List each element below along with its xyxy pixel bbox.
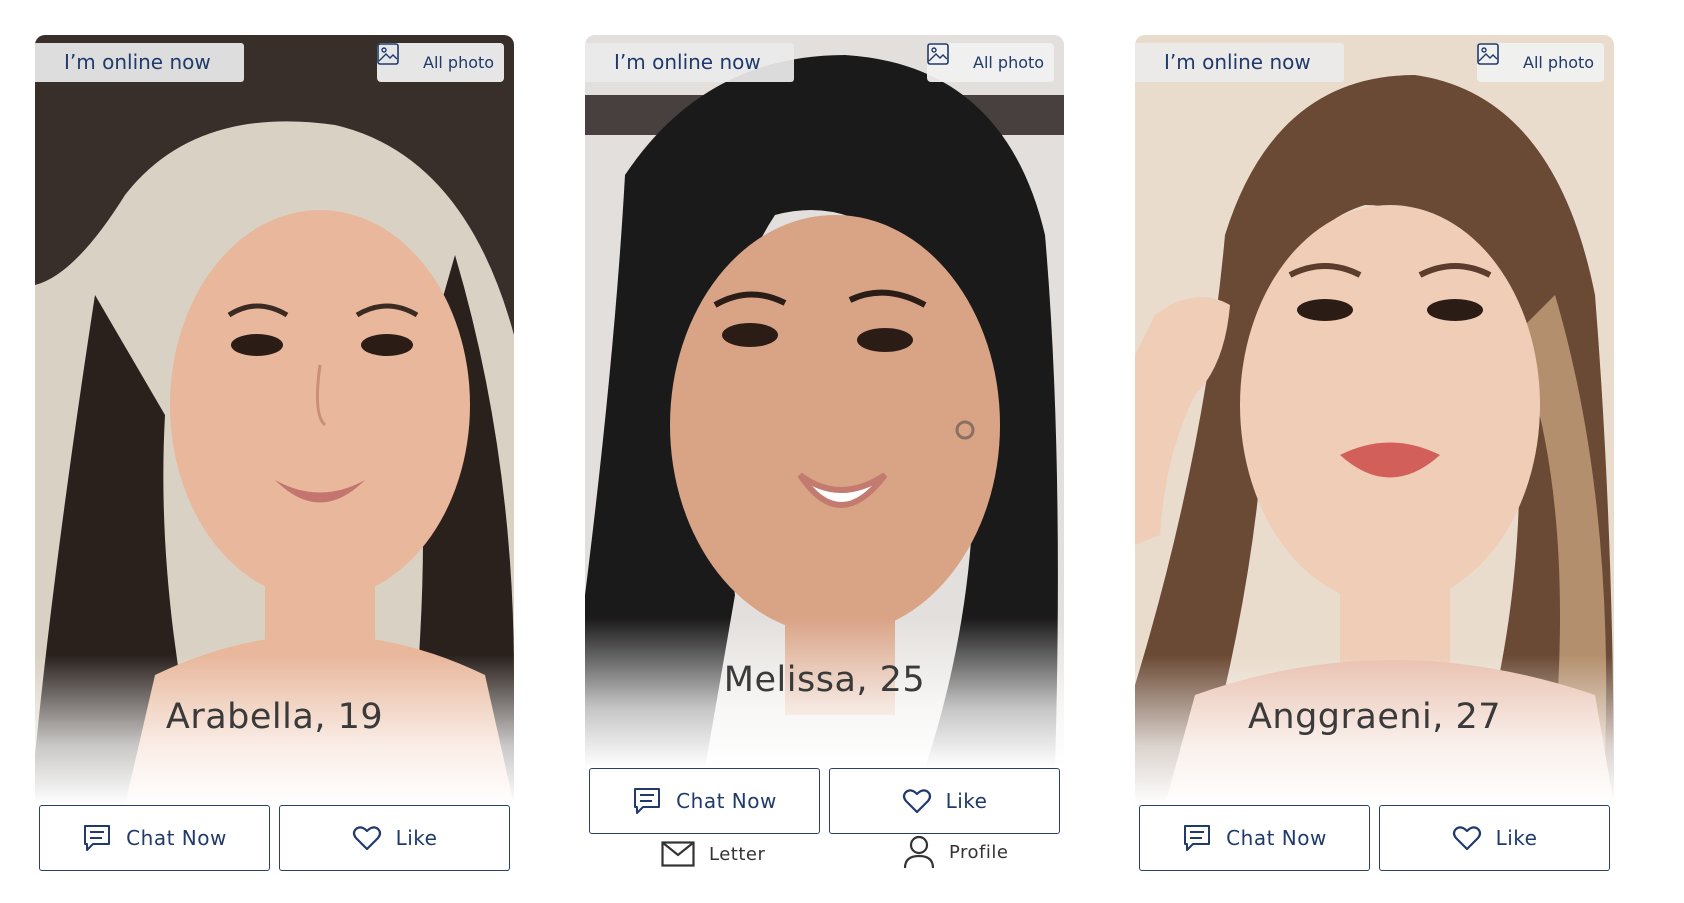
like-label: Like — [945, 789, 988, 813]
heart-icon — [902, 786, 932, 816]
image-icon — [377, 43, 413, 74]
like-label: Like — [1495, 826, 1538, 850]
left-eye — [231, 334, 283, 356]
online-now-badge: I’m online now — [1135, 43, 1344, 82]
profile-photo[interactable]: I’m online now All photo Arabella, 19 — [35, 35, 514, 805]
online-now-badge: I’m online now — [585, 43, 794, 82]
all-photo-button[interactable]: All photo — [377, 43, 504, 82]
all-photo-button[interactable]: All photo — [1477, 43, 1604, 82]
profile-label: Profile — [949, 841, 1009, 863]
profile-name-age: Arabella, 19 — [165, 697, 384, 737]
profile-card-melissa: I’m online now All photo Melissa, 25 Cha… — [585, 35, 1064, 869]
profile-photo[interactable]: I’m online now All photo Melissa, 25 — [585, 35, 1064, 768]
right-eye — [1427, 299, 1483, 321]
all-photo-label: All photo — [423, 53, 495, 72]
all-photo-button[interactable]: All photo — [927, 43, 1054, 82]
envelope-icon — [661, 841, 695, 867]
face — [170, 210, 470, 600]
online-now-badge: I’m online now — [35, 43, 244, 82]
left-eye — [722, 323, 778, 347]
chat-bubble-icon — [1182, 823, 1212, 853]
all-photo-label: All photo — [973, 53, 1045, 72]
profile-link[interactable]: Profile — [903, 835, 1008, 869]
like-button[interactable]: Like — [1379, 805, 1610, 871]
like-label: Like — [395, 826, 438, 850]
image-icon — [1477, 43, 1513, 74]
profile-photo[interactable]: I’m online now All photo Anggraeni, 27 — [1135, 35, 1614, 805]
right-eye — [857, 328, 913, 352]
letter-link[interactable]: Letter — [661, 841, 765, 867]
profile-name-age: Anggraeni, 27 — [1247, 697, 1502, 737]
letter-label: Letter — [709, 843, 766, 865]
chat-now-button[interactable]: Chat Now — [589, 768, 820, 834]
profile-card-anggraeni: I’m online now All photo Anggraeni, 27 C… — [1135, 35, 1614, 871]
right-eye — [361, 334, 413, 356]
all-photo-label: All photo — [1523, 53, 1595, 72]
heart-icon — [1452, 823, 1482, 853]
chat-bubble-icon — [632, 786, 662, 816]
chat-now-label: Chat Now — [676, 789, 777, 813]
profile-card-arabella: I’m online now All photo Arabella, 19 Ch… — [35, 35, 514, 871]
heart-icon — [352, 823, 382, 853]
chat-now-button[interactable]: Chat Now — [39, 805, 270, 871]
like-button[interactable]: Like — [829, 768, 1060, 834]
chat-bubble-icon — [82, 823, 112, 853]
profile-name-age: Melissa, 25 — [723, 660, 926, 700]
chat-now-button[interactable]: Chat Now — [1139, 805, 1370, 871]
like-button[interactable]: Like — [279, 805, 510, 871]
chat-now-label: Chat Now — [126, 826, 227, 850]
person-icon — [903, 835, 935, 869]
image-icon — [927, 43, 963, 74]
face — [670, 215, 1000, 635]
left-eye — [1297, 299, 1353, 321]
chat-now-label: Chat Now — [1226, 826, 1327, 850]
face — [1240, 205, 1540, 605]
